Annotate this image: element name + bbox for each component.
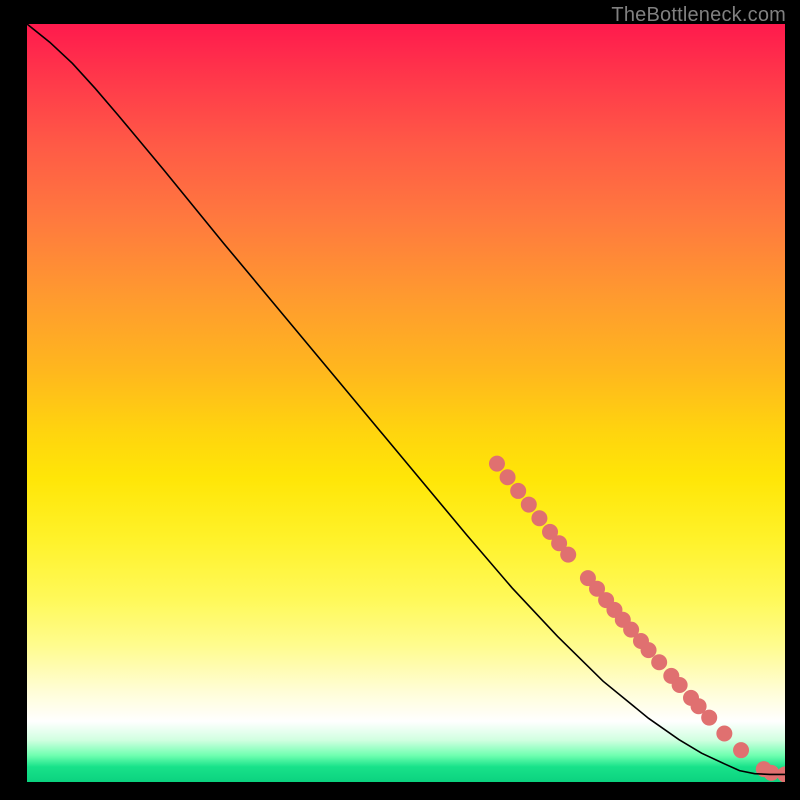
data-marker <box>716 725 732 741</box>
data-marker <box>701 710 717 726</box>
data-marker <box>641 642 657 658</box>
marker-layer <box>489 456 793 783</box>
data-marker <box>521 497 537 513</box>
data-marker <box>500 469 516 485</box>
data-marker <box>672 677 688 693</box>
data-marker <box>651 654 667 670</box>
data-marker <box>510 483 526 499</box>
data-marker <box>489 456 505 472</box>
chart-stage: TheBottleneck.com <box>0 0 800 800</box>
data-marker <box>560 547 576 563</box>
bottleneck-curve <box>27 24 785 774</box>
frame-border-left <box>0 0 27 800</box>
data-marker <box>531 510 547 526</box>
watermark-text: TheBottleneck.com <box>611 4 786 27</box>
data-marker <box>763 765 779 781</box>
chart-overlay-svg <box>27 24 785 782</box>
frame-border-right <box>785 0 800 800</box>
data-marker <box>733 742 749 758</box>
frame-border-bottom <box>0 782 800 800</box>
